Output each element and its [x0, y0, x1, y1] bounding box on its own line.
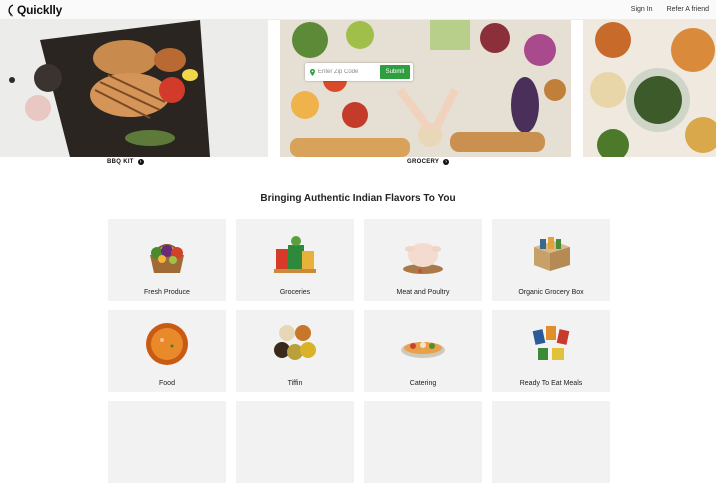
indian-food-image[interactable]	[583, 20, 716, 157]
card-catering[interactable]: Catering	[364, 310, 482, 392]
arrow-right-icon: ›	[137, 159, 144, 165]
logo-swoosh-icon	[8, 3, 14, 17]
card-label: Food	[159, 380, 175, 387]
section-title: Bringing Authentic Indian Flavors To You	[260, 193, 456, 204]
card-next-row[interactable]	[108, 401, 226, 483]
arrow-right-icon: ›	[443, 159, 450, 165]
card-label: Fresh Produce	[144, 289, 190, 296]
card-next-row[interactable]	[492, 401, 610, 483]
card-ready-to-eat-meals[interactable]: Ready To Eat Meals	[492, 310, 610, 392]
refer-friend-link[interactable]: Refer A friend	[667, 6, 709, 13]
grocery-link[interactable]: GROCERY ›	[407, 159, 450, 165]
hero-banner	[0, 20, 716, 157]
card-meat-poultry[interactable]: Meat and Poultry	[364, 219, 482, 301]
tiffin-bowls-icon	[274, 325, 316, 360]
top-navbar: Quicklly Sign In Refer A friend	[0, 0, 716, 20]
card-label: Meat and Poultry	[396, 289, 450, 296]
card-groceries[interactable]: Groceries	[236, 219, 354, 301]
logo-text: Quicklly	[17, 2, 63, 17]
bbq-kit-image[interactable]	[0, 20, 268, 157]
card-fresh-produce[interactable]: Fresh Produce	[108, 219, 226, 301]
grocery-label: GROCERY	[407, 159, 440, 165]
catering-platter-icon	[401, 342, 445, 358]
card-label: Organic Grocery Box	[518, 289, 584, 296]
zip-submit-button[interactable]: Submit	[380, 65, 410, 79]
card-label: Groceries	[279, 289, 311, 296]
zip-code-form: Submit	[305, 63, 413, 81]
bbq-kit-link[interactable]: BBQ KIT ›	[107, 159, 144, 165]
roast-chicken-icon	[403, 243, 443, 274]
card-food[interactable]: Food	[108, 310, 226, 392]
curry-bowl-icon	[146, 323, 188, 365]
grocery-box-icon	[534, 237, 570, 271]
produce-basket-icon	[150, 244, 184, 273]
zip-code-input[interactable]	[318, 69, 380, 75]
card-next-row[interactable]	[236, 401, 354, 483]
card-tiffin[interactable]: Tiffin	[236, 310, 354, 392]
bbq-kit-label: BBQ KIT	[107, 159, 134, 165]
meal-packets-icon	[532, 326, 570, 360]
card-next-row[interactable]	[364, 401, 482, 483]
grocery-bags-icon	[274, 236, 316, 273]
card-label: Ready To Eat Meals	[519, 380, 583, 387]
location-pin-icon	[310, 68, 315, 76]
quicklly-logo[interactable]: Quicklly	[7, 3, 62, 17]
card-label: Tiffin	[287, 380, 303, 387]
sign-in-link[interactable]: Sign In	[631, 6, 653, 13]
grocery-image[interactable]	[280, 20, 571, 157]
card-organic-grocery-box[interactable]: Organic Grocery Box	[492, 219, 610, 301]
card-label: Catering	[409, 380, 437, 387]
